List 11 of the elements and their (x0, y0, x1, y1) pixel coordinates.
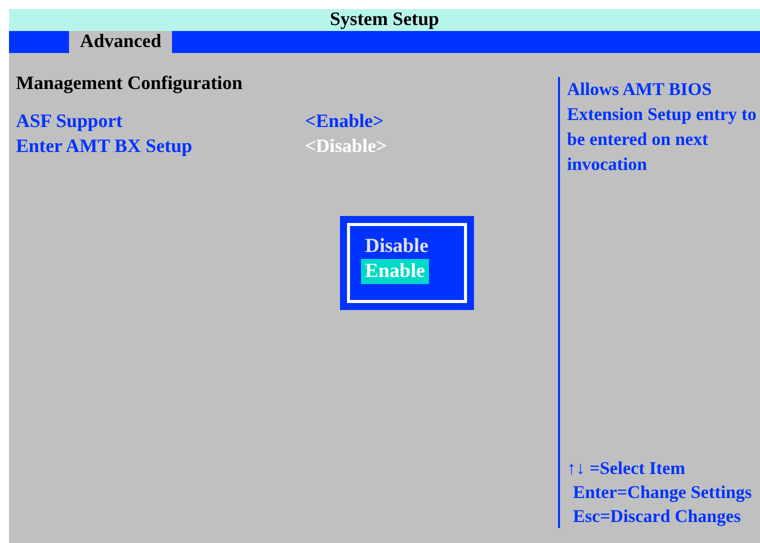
setting-value[interactable]: <Enable> (305, 109, 384, 134)
window-title: System Setup (330, 9, 440, 31)
help-text: Allows AMT BIOS Extension Setup entry to be entered on next invocation (567, 78, 758, 176)
key-hint: Enter=Change Settings (572, 481, 753, 504)
popup-option[interactable]: Disable (361, 234, 432, 259)
key-hint: Esc=Discard Changes (572, 505, 742, 528)
section-title: Management Configuration (16, 73, 244, 95)
setting-label[interactable]: ASF Support (16, 109, 305, 134)
tab[interactable]: Advanced (69, 31, 172, 53)
key-hint: ↑↓ =Select Item (567, 457, 686, 480)
setting-label[interactable]: Enter AMT BX Setup (16, 134, 305, 159)
